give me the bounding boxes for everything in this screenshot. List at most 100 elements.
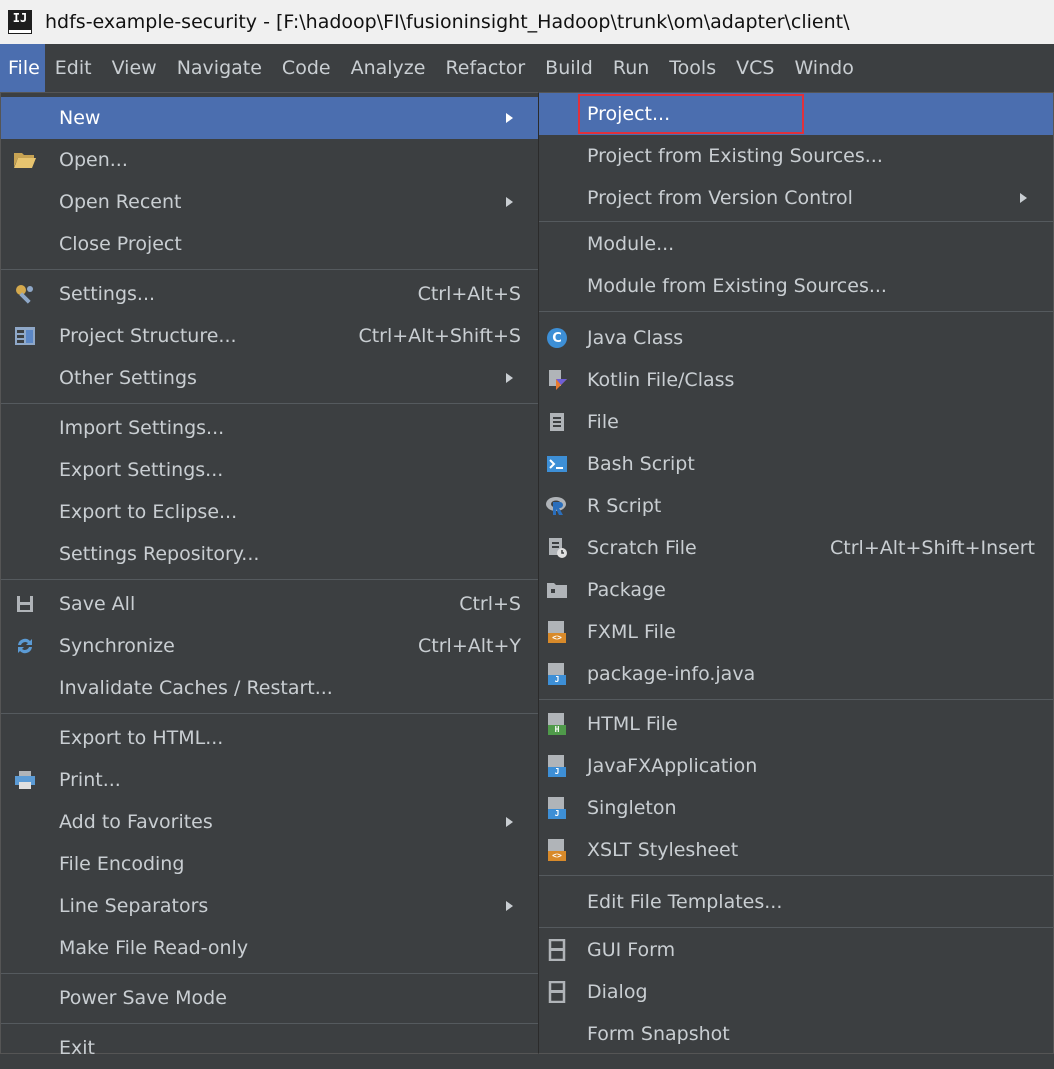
file-icon	[545, 410, 569, 434]
submenu-item-bash[interactable]: Bash Script	[539, 443, 1053, 485]
menu-item-label: Open...	[59, 149, 128, 171]
menu-item-label: Make File Read-only	[59, 937, 249, 959]
menu-item-print[interactable]: Print...	[1, 759, 539, 801]
menu-item-power-save[interactable]: Power Save Mode	[1, 977, 539, 1019]
menu-item-project-structure[interactable]: Project Structure... Ctrl+Alt+Shift+S	[1, 315, 539, 357]
menu-item-settings[interactable]: Settings... Ctrl+Alt+S	[1, 273, 539, 315]
menu-vcs[interactable]: VCS	[726, 44, 784, 92]
dialog-icon	[545, 980, 569, 1004]
submenu-item-project-vcs[interactable]: Project from Version Control	[539, 177, 1053, 219]
menu-item-export-settings[interactable]: Export Settings...	[1, 449, 539, 491]
submenu-item-javafx[interactable]: J JavaFXApplication	[539, 745, 1053, 787]
menu-item-invalidate-caches[interactable]: Invalidate Caches / Restart...	[1, 667, 539, 709]
menu-item-label: Export Settings...	[59, 459, 224, 481]
menu-view[interactable]: View	[102, 44, 167, 92]
menu-item-synchronize[interactable]: Synchronize Ctrl+Alt+Y	[1, 625, 539, 667]
menu-refactor[interactable]: Refactor	[435, 44, 535, 92]
menu-item-shortcut: Ctrl+Alt+Shift+Insert	[830, 537, 1035, 559]
menu-item-export-eclipse[interactable]: Export to Eclipse...	[1, 491, 539, 533]
submenu-arrow-icon	[506, 197, 513, 207]
menu-code[interactable]: Code	[272, 44, 341, 92]
window-titlebar: IJ hdfs-example-security - [F:\hadoop\FI…	[0, 0, 1054, 44]
submenu-item-gui-form[interactable]: GUI Form	[539, 929, 1053, 971]
submenu-arrow-icon	[506, 901, 513, 911]
menu-item-label: Print...	[59, 769, 121, 791]
menu-item-label: Other Settings	[59, 367, 197, 389]
menu-separator	[539, 875, 1053, 876]
menu-item-settings-repository[interactable]: Settings Repository...	[1, 533, 539, 575]
submenu-item-fxml[interactable]: <> FXML File	[539, 611, 1053, 653]
menu-item-exit[interactable]: Exit	[1, 1027, 539, 1069]
menu-item-line-separators[interactable]: Line Separators	[1, 885, 539, 927]
html-file-icon: H	[545, 712, 569, 736]
submenu-item-package[interactable]: Package	[539, 569, 1053, 611]
menu-item-file-encoding[interactable]: File Encoding	[1, 843, 539, 885]
menu-item-open[interactable]: Open...	[1, 139, 539, 181]
xslt-file-icon: <>	[545, 838, 569, 862]
fxml-file-icon: <>	[545, 620, 569, 644]
submenu-item-xslt[interactable]: <> XSLT Stylesheet	[539, 829, 1053, 871]
menu-item-other-settings[interactable]: Other Settings	[1, 357, 539, 399]
printer-icon	[13, 768, 37, 792]
menu-build[interactable]: Build	[535, 44, 603, 92]
java-file-icon: J	[545, 796, 569, 820]
menu-item-label: Package	[587, 579, 666, 601]
menu-file[interactable]: File	[0, 44, 45, 92]
menu-item-label: Invalidate Caches / Restart...	[59, 677, 333, 699]
menu-run[interactable]: Run	[603, 44, 659, 92]
menu-separator	[539, 311, 1053, 312]
menu-tools[interactable]: Tools	[659, 44, 726, 92]
menu-navigate[interactable]: Navigate	[167, 44, 272, 92]
menu-analyze[interactable]: Analyze	[341, 44, 436, 92]
submenu-item-package-info[interactable]: J package-info.java	[539, 653, 1053, 695]
r-script-icon	[545, 494, 569, 518]
submenu-item-scratch[interactable]: Scratch File Ctrl+Alt+Shift+Insert	[539, 527, 1053, 569]
menu-item-label: JavaFXApplication	[587, 755, 758, 777]
menu-separator	[539, 221, 1053, 222]
menu-item-export-html[interactable]: Export to HTML...	[1, 717, 539, 759]
menu-edit[interactable]: Edit	[45, 44, 102, 92]
menu-item-import-settings[interactable]: Import Settings...	[1, 407, 539, 449]
java-file-icon: J	[545, 754, 569, 778]
menu-item-open-recent[interactable]: Open Recent	[1, 181, 539, 223]
menu-item-label: Edit File Templates...	[587, 891, 783, 913]
menu-window[interactable]: Windo	[784, 44, 863, 92]
menu-separator	[539, 699, 1053, 700]
submenu-item-edit-templates[interactable]: Edit File Templates...	[539, 881, 1053, 923]
menu-item-label: Project from Version Control	[587, 187, 853, 209]
window-title: hdfs-example-security - [F:\hadoop\FI\fu…	[45, 11, 850, 33]
menu-separator	[1, 973, 539, 974]
submenu-item-project-existing[interactable]: Project from Existing Sources...	[539, 135, 1053, 177]
menu-item-label: Project Structure...	[59, 325, 237, 347]
submenu-item-form-snapshot[interactable]: Form Snapshot	[539, 1013, 1053, 1055]
menu-item-shortcut: Ctrl+Alt+S	[417, 283, 521, 305]
submenu-item-dialog[interactable]: Dialog	[539, 971, 1053, 1013]
menu-item-label: Settings Repository...	[59, 543, 260, 565]
menu-separator	[1, 403, 539, 404]
menu-separator	[1, 1023, 539, 1024]
submenu-arrow-icon	[506, 373, 513, 383]
menu-item-label: Synchronize	[59, 635, 175, 657]
menu-item-label: Singleton	[587, 797, 677, 819]
menu-item-label: Save All	[59, 593, 136, 615]
menu-item-label: Settings...	[59, 283, 156, 305]
menu-item-label: Scratch File	[587, 537, 697, 559]
submenu-item-singleton[interactable]: J Singleton	[539, 787, 1053, 829]
menu-item-label: File Encoding	[59, 853, 185, 875]
menu-item-label: Line Separators	[59, 895, 209, 917]
submenu-item-module[interactable]: Module...	[539, 223, 1053, 265]
submenu-item-r-script[interactable]: R Script	[539, 485, 1053, 527]
menu-item-close-project[interactable]: Close Project	[1, 223, 539, 265]
menu-item-label: Exit	[59, 1037, 95, 1059]
menu-item-make-readonly[interactable]: Make File Read-only	[1, 927, 539, 969]
submenu-item-java-class[interactable]: C Java Class	[539, 317, 1053, 359]
menu-item-label: File	[587, 411, 619, 433]
menu-item-save-all[interactable]: Save All Ctrl+S	[1, 583, 539, 625]
submenu-item-file[interactable]: File	[539, 401, 1053, 443]
submenu-item-html[interactable]: H HTML File	[539, 703, 1053, 745]
menu-item-new[interactable]: New	[1, 97, 539, 139]
menu-item-add-favorites[interactable]: Add to Favorites	[1, 801, 539, 843]
menu-item-label: Import Settings...	[59, 417, 225, 439]
submenu-item-kotlin[interactable]: Kotlin File/Class	[539, 359, 1053, 401]
submenu-item-module-existing[interactable]: Module from Existing Sources...	[539, 265, 1053, 307]
